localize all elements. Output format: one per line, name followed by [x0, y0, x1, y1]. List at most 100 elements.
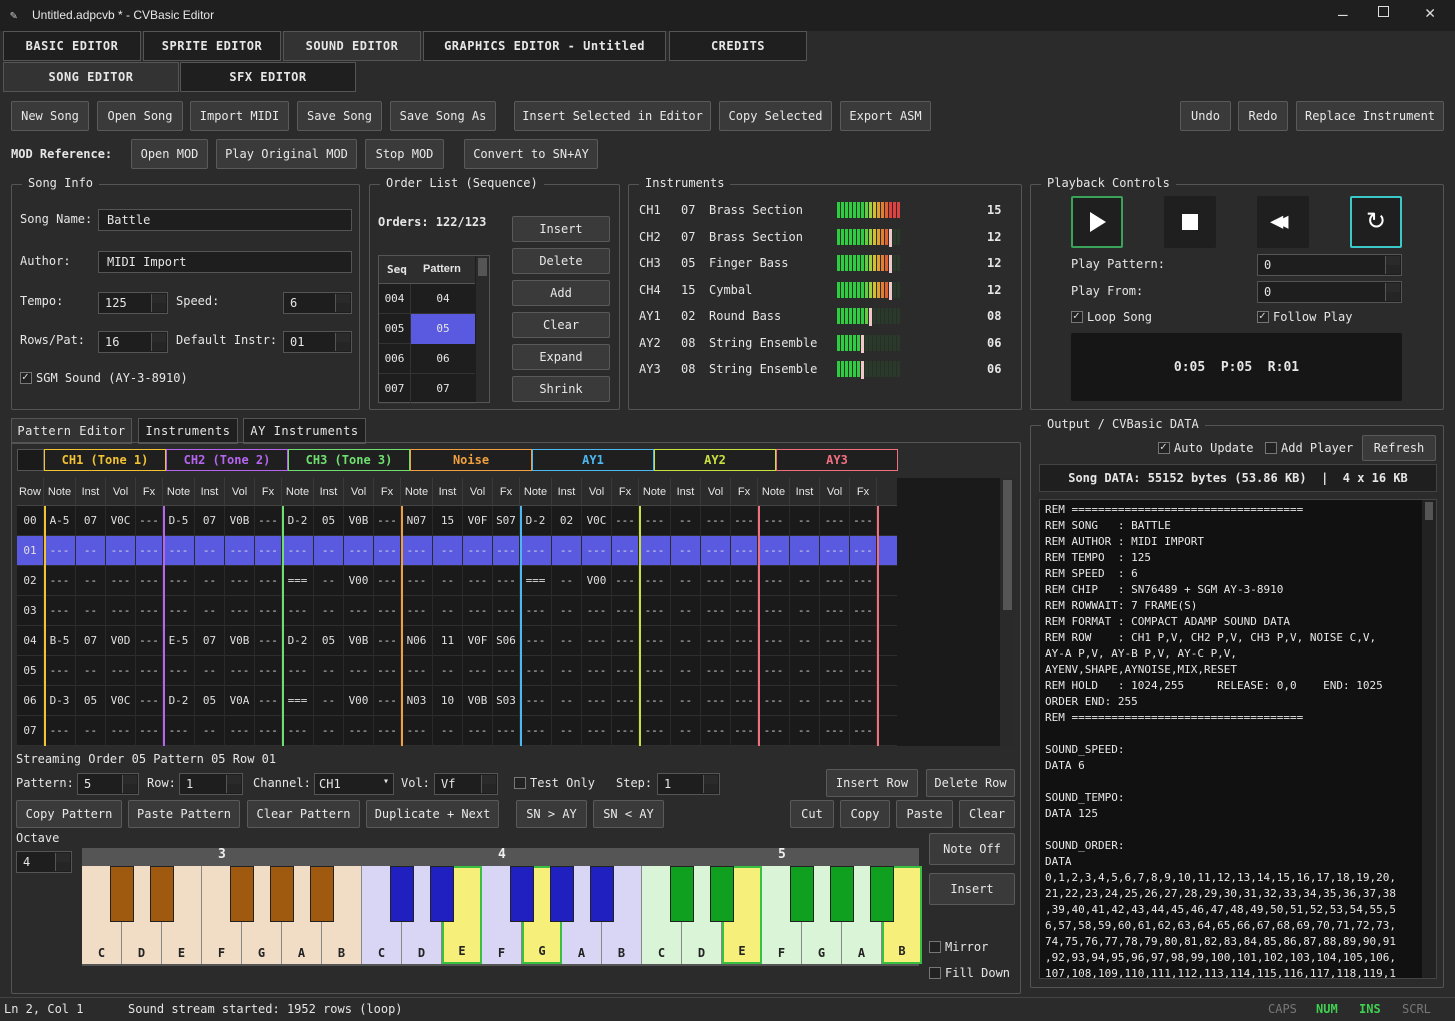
- order-row[interactable]: 006 06: [379, 344, 475, 374]
- cut-button[interactable]: Cut: [790, 800, 834, 828]
- grid-cell[interactable]: ---: [582, 686, 612, 716]
- channel-select[interactable]: CH1 ▾: [314, 773, 394, 795]
- grid-cell[interactable]: ---: [463, 716, 493, 746]
- grid-cell[interactable]: ---: [758, 506, 790, 536]
- piano-black-key[interactable]: [790, 866, 814, 922]
- order-row[interactable]: 004 04: [379, 284, 475, 314]
- grid-cell[interactable]: E-5: [163, 626, 195, 656]
- grid-cell[interactable]: S03: [493, 686, 520, 716]
- grid-cell[interactable]: ---: [374, 536, 401, 566]
- delete-row-button[interactable]: Delete Row: [926, 769, 1015, 797]
- grid-cell[interactable]: --: [790, 716, 820, 746]
- sn-to-ay-button[interactable]: SN > AY: [516, 800, 587, 828]
- grid-cell[interactable]: --: [314, 686, 344, 716]
- grid-cell[interactable]: ---: [850, 536, 877, 566]
- grid-cell[interactable]: ---: [163, 656, 195, 686]
- grid-cell[interactable]: ---: [374, 686, 401, 716]
- piano-black-key[interactable]: [590, 866, 614, 922]
- close-icon[interactable]: ✕: [1425, 3, 1435, 23]
- order-add-button[interactable]: Add: [512, 280, 610, 306]
- tempo-spinner[interactable]: 125: [98, 292, 168, 314]
- duplicate-next-button[interactable]: Duplicate + Next: [366, 800, 499, 828]
- pattern-spinner[interactable]: 5: [77, 773, 139, 795]
- main-tab[interactable]: GRAPHICS EDITOR - Untitled: [423, 31, 666, 61]
- grid-cell[interactable]: 07: [76, 506, 106, 536]
- auto-update-checkbox[interactable]: Auto Update: [1158, 440, 1253, 455]
- table-row[interactable]: 04 B-5 07 V0D --- E-5 07 V0B --- D-2 05 V0B --- N06 11…: [17, 626, 897, 656]
- grid-cell[interactable]: ---: [374, 566, 401, 596]
- play-from-spinner[interactable]: 0: [1257, 281, 1402, 303]
- grid-cell[interactable]: --: [314, 566, 344, 596]
- order-shrink-button[interactable]: Shrink: [512, 376, 610, 402]
- grid-cell[interactable]: ===: [520, 566, 552, 596]
- grid-cell[interactable]: --: [195, 596, 225, 626]
- grid-cell[interactable]: ---: [463, 596, 493, 626]
- loop-button[interactable]: ↻: [1350, 196, 1402, 248]
- grid-cell[interactable]: V0F: [463, 506, 493, 536]
- grid-cell[interactable]: ---: [282, 656, 314, 686]
- grid-cell[interactable]: --: [790, 536, 820, 566]
- paste-pattern-button[interactable]: Paste Pattern: [128, 800, 240, 828]
- grid-cell[interactable]: ---: [582, 536, 612, 566]
- clear-pattern-button[interactable]: Clear Pattern: [247, 800, 360, 828]
- follow-play-checkbox[interactable]: Follow Play: [1257, 309, 1352, 324]
- grid-cell[interactable]: --: [552, 656, 582, 686]
- piano-black-key[interactable]: [870, 866, 894, 922]
- grid-cell[interactable]: ---: [582, 716, 612, 746]
- piano-black-key[interactable]: [310, 866, 334, 922]
- grid-cell[interactable]: --: [671, 536, 701, 566]
- grid-cell[interactable]: ---: [612, 536, 639, 566]
- piano-black-key[interactable]: [270, 866, 294, 922]
- grid-cell[interactable]: V00: [582, 566, 612, 596]
- grid-cell[interactable]: --: [671, 716, 701, 746]
- grid-cell[interactable]: ---: [850, 626, 877, 656]
- copy-button[interactable]: Copy: [840, 800, 890, 828]
- grid-cell[interactable]: ---: [639, 686, 671, 716]
- grid-cell[interactable]: ---: [401, 656, 433, 686]
- row-spinner[interactable]: 1: [179, 773, 243, 795]
- grid-cell[interactable]: --: [76, 716, 106, 746]
- order-clear-button[interactable]: Clear: [512, 312, 610, 338]
- grid-cell[interactable]: ---: [731, 566, 758, 596]
- grid-cell[interactable]: ---: [758, 686, 790, 716]
- piano-keyboard[interactable]: 3 4 5 C D E F G A B C D E F G A B C D E F G A B: [82, 847, 922, 966]
- open-song-button[interactable]: Open Song: [97, 101, 183, 131]
- grid-cell[interactable]: ---: [731, 596, 758, 626]
- channel-header[interactable]: AY2: [654, 449, 776, 471]
- grid-cell[interactable]: ---: [520, 596, 552, 626]
- channel-header[interactable]: CH1 (Tone 1): [44, 449, 166, 471]
- grid-cell[interactable]: ---: [520, 686, 552, 716]
- fill-down-checkbox[interactable]: Fill Down: [929, 966, 1010, 980]
- grid-cell[interactable]: ---: [44, 656, 76, 686]
- clear-button[interactable]: Clear: [959, 800, 1015, 828]
- grid-cell[interactable]: ---: [731, 536, 758, 566]
- grid-cell[interactable]: ===: [282, 686, 314, 716]
- grid-cell[interactable]: --: [790, 626, 820, 656]
- grid-cell[interactable]: ---: [731, 506, 758, 536]
- test-check-icon[interactable]: [514, 777, 526, 789]
- grid-cell[interactable]: V0A: [225, 686, 255, 716]
- grid-cell[interactable]: ---: [136, 506, 163, 536]
- channel-header[interactable]: Noise: [410, 449, 532, 471]
- piano-black-key[interactable]: [230, 866, 254, 922]
- grid-cell[interactable]: ---: [520, 656, 552, 686]
- convert-button[interactable]: Convert to SN+AY: [464, 139, 598, 169]
- channel-header[interactable]: CH2 (Tone 2): [166, 449, 288, 471]
- grid-cell[interactable]: ---: [255, 536, 282, 566]
- grid-cell[interactable]: ---: [820, 536, 850, 566]
- grid-cell[interactable]: ---: [639, 716, 671, 746]
- grid-cell[interactable]: --: [314, 716, 344, 746]
- export-asm-button[interactable]: Export ASM: [840, 101, 931, 131]
- insert-row-button[interactable]: Insert Row: [826, 769, 918, 797]
- grid-cell[interactable]: ---: [639, 566, 671, 596]
- grid-cell[interactable]: ---: [850, 596, 877, 626]
- grid-cell[interactable]: ---: [758, 596, 790, 626]
- grid-cell[interactable]: ---: [255, 596, 282, 626]
- grid-cell[interactable]: D-2: [282, 626, 314, 656]
- song-name-field[interactable]: Battle: [98, 209, 352, 231]
- grid-cell[interactable]: ---: [612, 656, 639, 686]
- grid-cell[interactable]: ---: [820, 686, 850, 716]
- open-mod-button[interactable]: Open MOD: [131, 139, 208, 169]
- grid-cell[interactable]: ---: [520, 626, 552, 656]
- grid-cell[interactable]: 05: [195, 686, 225, 716]
